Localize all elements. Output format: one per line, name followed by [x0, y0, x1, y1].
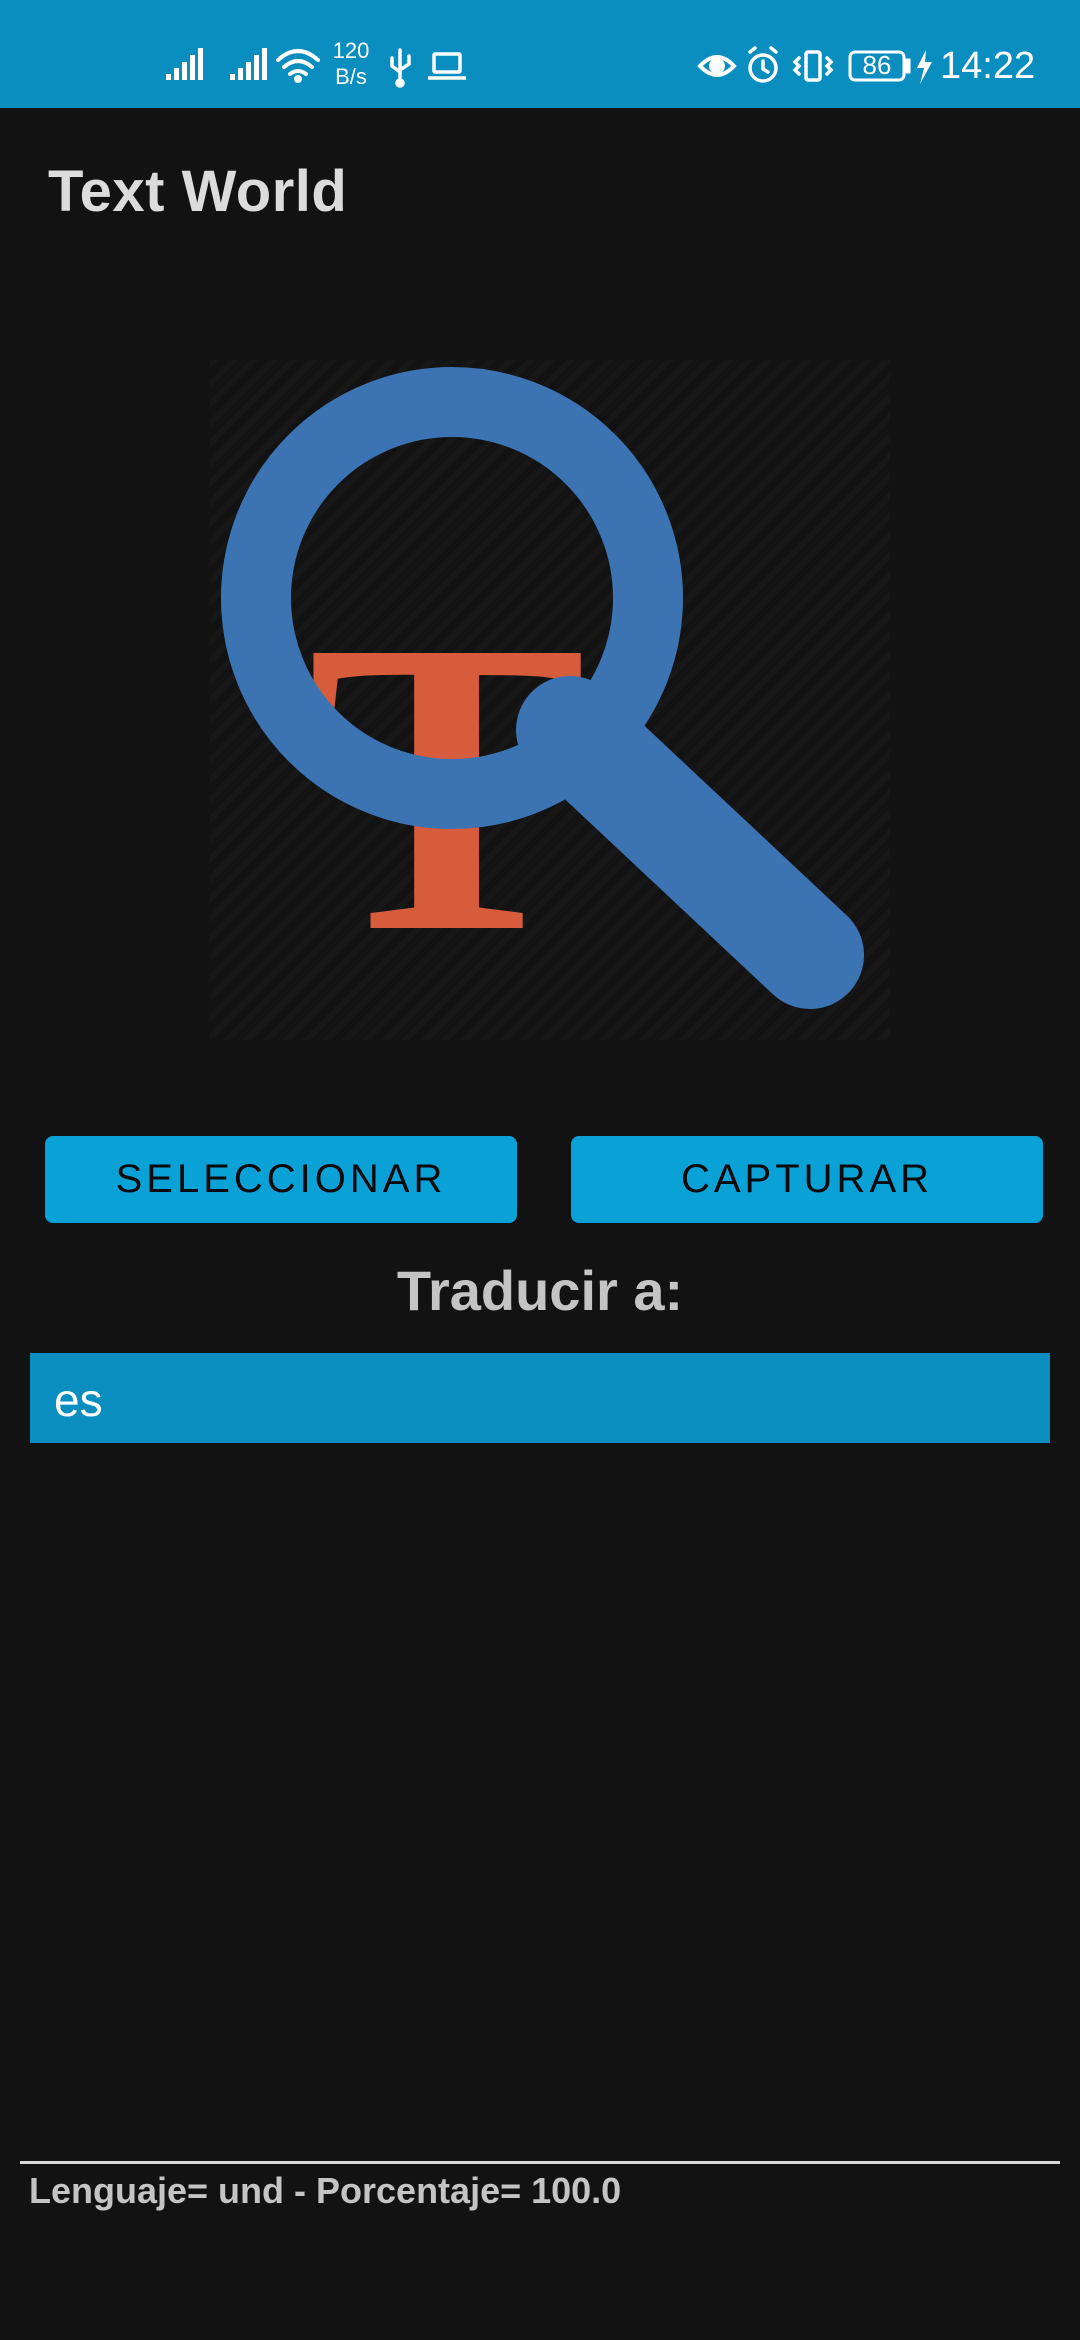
signal-icon: [230, 48, 267, 80]
vibrate-icon: [792, 50, 834, 82]
status-time: 14:22: [940, 45, 1036, 87]
footer-divider: [20, 2161, 1060, 2164]
selected-language: es: [54, 1374, 103, 1426]
select-button[interactable]: SELECCIONAR: [45, 1136, 517, 1223]
status-bar: 120 B/s 86 14:22: [0, 0, 1080, 108]
network-speed-value: 120: [332, 38, 370, 63]
wifi-icon: [276, 49, 320, 83]
detection-status: Lenguaje= und - Porcentaje= 100.0: [29, 2170, 622, 2211]
translate-to-label: Traducir a:: [396, 1259, 684, 1322]
language-dropdown[interactable]: es: [30, 1353, 1050, 1443]
eye-icon: [697, 55, 737, 77]
app-screen: 120 B/s 86 14:22 Text World T SELECCIONA…: [0, 0, 1080, 2340]
capture-button[interactable]: CAPTURAR: [571, 1136, 1043, 1223]
alarm-icon: [748, 46, 778, 83]
battery-level: 86: [862, 50, 892, 80]
charging-icon: [917, 50, 932, 84]
app-title: Text World: [48, 159, 348, 224]
laptop-icon: [428, 52, 466, 80]
text-world-logo: T: [210, 360, 890, 1040]
usb-icon: [390, 48, 411, 88]
network-speed-unit: B/s: [335, 64, 367, 89]
network-speed: 120 B/s: [330, 38, 372, 90]
signal-icon: [166, 48, 203, 80]
